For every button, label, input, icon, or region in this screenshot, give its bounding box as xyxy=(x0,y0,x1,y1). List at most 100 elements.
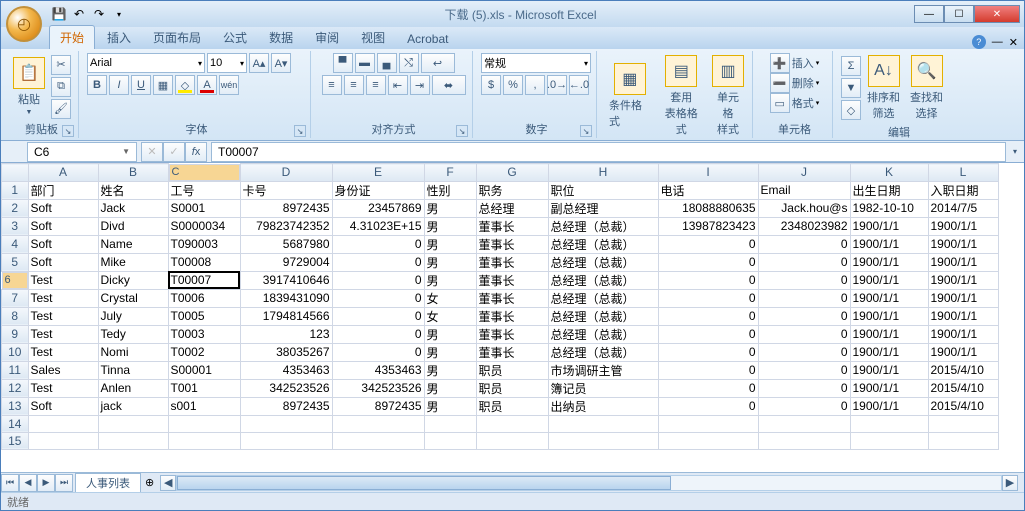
tab-视图[interactable]: 视图 xyxy=(351,26,395,49)
cell[interactable]: Mike xyxy=(98,253,168,271)
office-button[interactable]: ◴ xyxy=(6,6,42,42)
cell[interactable]: 职员 xyxy=(476,379,548,397)
row-header[interactable]: 11 xyxy=(2,361,29,379)
row-header[interactable]: 3 xyxy=(2,217,29,235)
autosum-button[interactable]: Σ xyxy=(841,56,861,76)
cell[interactable]: 0 xyxy=(758,325,850,343)
fx-button[interactable]: fx xyxy=(185,142,207,162)
dialog-launcher-icon[interactable]: ↘ xyxy=(456,125,468,137)
help-icon[interactable]: ? xyxy=(972,35,986,49)
column-header[interactable]: G xyxy=(476,164,548,182)
cell[interactable]: 0 xyxy=(332,325,424,343)
sheet-nav-prev[interactable]: ◀ xyxy=(19,474,37,492)
cell[interactable]: 4.31023E+15 xyxy=(332,217,424,235)
cell[interactable]: 1900/1/1 xyxy=(928,307,998,325)
cell[interactable]: jack xyxy=(98,397,168,415)
cell[interactable] xyxy=(168,432,240,449)
cell[interactable]: 职员 xyxy=(476,397,548,415)
border-button[interactable]: ▦ xyxy=(153,75,173,95)
spreadsheet-grid[interactable]: ABCDEFGHIJKL1部门姓名工号卡号身份证性别职务职位电话Email出生日… xyxy=(1,163,1024,472)
font-color-button[interactable]: A xyxy=(197,75,217,95)
cell[interactable]: T00007 xyxy=(168,271,240,289)
sheet-nav-last[interactable]: ⏭ xyxy=(55,474,73,492)
cell[interactable] xyxy=(928,415,998,432)
number-format-select[interactable]: 常规▾ xyxy=(481,53,591,73)
fill-button[interactable]: ▼ xyxy=(841,78,861,98)
cell[interactable]: Crystal xyxy=(98,289,168,307)
dialog-launcher-icon[interactable]: ↘ xyxy=(294,125,306,137)
tab-页面布局[interactable]: 页面布局 xyxy=(143,26,211,49)
increase-decimal-button[interactable]: .0→ xyxy=(547,75,567,95)
cell[interactable]: 2015/4/10 xyxy=(928,397,998,415)
cell[interactable]: 1900/1/1 xyxy=(850,253,928,271)
qat-more-icon[interactable]: ▾ xyxy=(111,6,127,22)
cell[interactable]: T0003 xyxy=(168,325,240,343)
cell[interactable] xyxy=(332,432,424,449)
cell[interactable]: Tinna xyxy=(98,361,168,379)
column-header[interactable]: A xyxy=(28,164,98,182)
cell[interactable]: Test xyxy=(28,307,98,325)
cut-button[interactable]: ✂ xyxy=(51,55,71,75)
conditional-format-button[interactable]: ▦条件格式 xyxy=(605,61,655,131)
increase-indent-button[interactable]: ⇥ xyxy=(410,75,430,95)
cell[interactable]: 2015/4/10 xyxy=(928,361,998,379)
cell[interactable]: 董事长 xyxy=(476,343,548,361)
name-box[interactable]: C6▼ xyxy=(27,142,137,162)
row-header[interactable]: 5 xyxy=(2,253,29,271)
decrease-font-button[interactable]: A▾ xyxy=(271,53,291,73)
insert-cells-button[interactable]: ➕ xyxy=(770,53,790,73)
cell[interactable] xyxy=(758,432,850,449)
column-header[interactable]: I xyxy=(658,164,758,182)
cell[interactable]: Soft xyxy=(28,199,98,217)
cell[interactable]: Sales xyxy=(28,361,98,379)
cell[interactable]: 总经理（总裁） xyxy=(548,271,658,289)
column-header[interactable]: D xyxy=(240,164,332,182)
cell[interactable]: 男 xyxy=(424,253,476,271)
cell-styles-button[interactable]: ▥单元格 样式 xyxy=(708,53,748,139)
cell[interactable]: T090003 xyxy=(168,235,240,253)
cell[interactable]: 董事长 xyxy=(476,289,548,307)
cell[interactable]: 工号 xyxy=(168,181,240,199)
cell[interactable]: 0 xyxy=(758,361,850,379)
cell[interactable]: 0 xyxy=(658,397,758,415)
cell[interactable]: 342523526 xyxy=(332,379,424,397)
cell[interactable] xyxy=(658,432,758,449)
cell[interactable]: 1900/1/1 xyxy=(850,343,928,361)
format-painter-button[interactable]: 🖌 xyxy=(51,99,71,119)
tab-Acrobat[interactable]: Acrobat xyxy=(397,29,458,49)
cell[interactable]: 卡号 xyxy=(240,181,332,199)
cell[interactable]: S0001 xyxy=(168,199,240,217)
comma-button[interactable]: , xyxy=(525,75,545,95)
cell[interactable]: 董事长 xyxy=(476,235,548,253)
row-header[interactable]: 14 xyxy=(2,415,29,432)
row-header[interactable]: 13 xyxy=(2,397,29,415)
cell[interactable]: Test xyxy=(28,343,98,361)
cell[interactable]: T00008 xyxy=(168,253,240,271)
row-header[interactable]: 1 xyxy=(2,181,29,199)
increase-font-button[interactable]: A▴ xyxy=(249,53,269,73)
column-header[interactable]: F xyxy=(424,164,476,182)
sheet-nav-next[interactable]: ▶ xyxy=(37,474,55,492)
tab-数据[interactable]: 数据 xyxy=(259,26,303,49)
cell[interactable] xyxy=(658,415,758,432)
cell[interactable]: 0 xyxy=(758,289,850,307)
undo-icon[interactable]: ↶ xyxy=(71,6,87,22)
cell[interactable]: 男 xyxy=(424,379,476,397)
cell[interactable]: 市场调研主管 xyxy=(548,361,658,379)
cell[interactable]: 0 xyxy=(658,271,758,289)
cell[interactable]: 1900/1/1 xyxy=(850,361,928,379)
cell[interactable]: 0 xyxy=(332,289,424,307)
row-header[interactable]: 12 xyxy=(2,379,29,397)
cell[interactable]: T001 xyxy=(168,379,240,397)
align-right-button[interactable]: ≡ xyxy=(366,75,386,95)
align-top-button[interactable]: ▀ xyxy=(333,53,353,73)
cell[interactable]: July xyxy=(98,307,168,325)
cell[interactable]: Test xyxy=(28,325,98,343)
cell[interactable]: 1900/1/1 xyxy=(928,289,998,307)
cell[interactable]: 0 xyxy=(332,307,424,325)
cell[interactable]: 总经理（总裁） xyxy=(548,307,658,325)
column-header[interactable]: E xyxy=(332,164,424,182)
cell[interactable]: 0 xyxy=(658,235,758,253)
cell[interactable]: 1900/1/1 xyxy=(928,325,998,343)
tab-公式[interactable]: 公式 xyxy=(213,26,257,49)
